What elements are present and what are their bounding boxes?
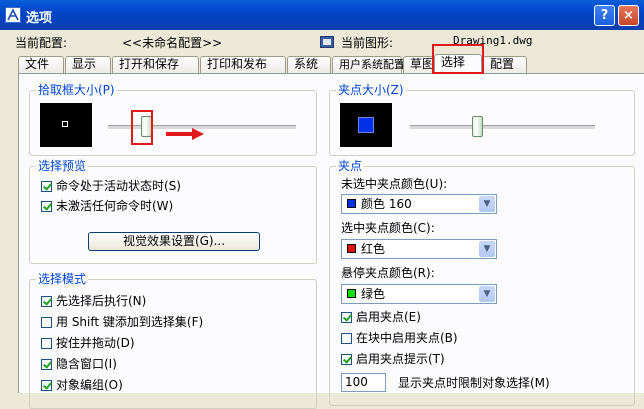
tab-user-preferences[interactable]: 用户系统配置 — [332, 56, 405, 73]
chevron-down-icon[interactable]: ▼ — [479, 286, 495, 302]
grip-square — [358, 117, 374, 133]
grip-tips-checkbox[interactable]: 启用夹点提示(T) — [341, 352, 445, 366]
grip-slider-track[interactable] — [410, 125, 595, 130]
chevron-down-icon[interactable]: ▼ — [479, 196, 495, 212]
shift-add-checkbox[interactable]: 用 Shift 键添加到选择集(F) — [41, 315, 203, 329]
tab-display[interactable]: 显示 — [65, 56, 111, 73]
tab-profiles[interactable]: 配置 — [483, 56, 527, 73]
help-button[interactable]: ? — [594, 5, 615, 26]
checkbox-label: 启用夹点提示(T) — [356, 352, 445, 366]
select-value: 颜色 160 — [361, 197, 412, 211]
unselected-grip-color-label: 未选中夹点颜色(U): — [341, 177, 448, 191]
grip-slider-thumb[interactable] — [471, 116, 483, 137]
tab-open-save[interactable]: 打开和保存 — [112, 56, 199, 73]
checkbox-label: 隐含窗口(I) — [56, 357, 117, 371]
grip-size-title: 夹点大小(Z) — [336, 83, 406, 97]
selected-grip-color-label: 选中夹点颜色(C): — [341, 221, 435, 235]
pickbox-size-title: 拾取框大小(P) — [36, 83, 117, 97]
current-config-label: 当前配置: — [15, 36, 68, 50]
tab-files[interactable]: 文件 — [18, 56, 64, 73]
selected-grip-color-select[interactable]: 红色 ▼ — [341, 239, 497, 259]
right-arrow-icon — [166, 128, 204, 140]
checkbox-label: 在块中启用夹点(B) — [356, 331, 458, 345]
checkbox-box[interactable] — [41, 359, 52, 370]
drawing-icon — [320, 36, 334, 48]
tab-system[interactable]: 系统 — [287, 56, 331, 73]
current-drawing-value: Drawing1.dwg — [453, 34, 533, 47]
preview-command-active-checkbox[interactable]: 命令处于活动状态时(S) — [41, 179, 181, 193]
press-drag-checkbox[interactable]: 按住并拖动(D) — [41, 336, 135, 350]
checkbox-label: 未激活任何命令时(W) — [56, 199, 174, 213]
object-grouping-checkbox[interactable]: 对象编组(O) — [41, 378, 123, 392]
color-swatch — [347, 289, 356, 298]
visual-effect-settings-button[interactable]: 视觉效果设置(G)... — [88, 232, 260, 251]
checkbox-label: 用 Shift 键添加到选择集(F) — [56, 315, 204, 329]
hover-grip-color-label: 悬停夹点颜色(R): — [341, 266, 435, 280]
checkbox-box[interactable] — [341, 333, 352, 344]
close-button[interactable]: × — [618, 5, 639, 26]
app-icon — [5, 7, 21, 23]
checkbox-label: 启用夹点(E) — [356, 310, 421, 324]
grips-in-blocks-checkbox[interactable]: 在块中启用夹点(B) — [341, 331, 458, 345]
pickbox-size-group: 拾取框大小(P) — [29, 83, 317, 156]
grip-object-limit-label: 显示夹点时限制对象选择(M) — [398, 376, 550, 390]
checkbox-label: 对象编组(O) — [56, 378, 123, 392]
noun-verb-checkbox[interactable]: 先选择后执行(N) — [41, 294, 146, 308]
checkbox-box[interactable] — [41, 296, 52, 307]
checkbox-box[interactable] — [41, 201, 52, 212]
checkbox-box[interactable] — [41, 338, 52, 349]
checkbox-label: 按住并拖动(D) — [56, 336, 135, 350]
selection-preview-group: 选择预览 命令处于活动状态时(S) 未激活任何命令时(W) 视觉效果设置(G).… — [29, 159, 317, 264]
implied-window-checkbox[interactable]: 隐含窗口(I) — [41, 357, 117, 371]
options-panel: 拾取框大小(P) 夹点大小(Z) 选择预览 命令处于活动状态时(S) 未激活任何… — [18, 73, 644, 409]
selection-mode-group: 选择模式 先选择后执行(N) 用 Shift 键添加到选择集(F) 按住并拖动(… — [29, 272, 317, 409]
checkbox-box[interactable] — [41, 317, 52, 328]
tab-selection[interactable]: 选择 — [434, 54, 482, 74]
grip-preview — [340, 103, 392, 147]
checkbox-label: 先选择后执行(N) — [56, 294, 147, 308]
enable-grips-checkbox[interactable]: 启用夹点(E) — [341, 310, 421, 324]
grip-object-limit-input[interactable]: 100 — [341, 373, 386, 392]
checkbox-box[interactable] — [341, 312, 352, 323]
preview-no-command-checkbox[interactable]: 未激活任何命令时(W) — [41, 199, 173, 213]
grips-title: 夹点 — [336, 159, 365, 173]
color-swatch — [347, 199, 356, 208]
grip-size-group: 夹点大小(Z) — [329, 83, 635, 156]
checkbox-label: 命令处于活动状态时(S) — [56, 179, 181, 193]
grips-group: 夹点 未选中夹点颜色(U): 颜色 160 ▼ 选中夹点颜色(C): 红色 ▼ … — [329, 159, 635, 406]
tab-plot-publish[interactable]: 打印和发布 — [200, 56, 286, 73]
pickbox-preview — [40, 103, 92, 147]
unselected-grip-color-select[interactable]: 颜色 160 ▼ — [341, 194, 497, 214]
current-drawing-label: 当前图形: — [341, 36, 394, 50]
select-value: 绿色 — [361, 287, 386, 301]
color-swatch — [347, 244, 356, 253]
current-config-value: <<未命名配置>> — [122, 36, 223, 50]
chevron-down-icon[interactable]: ▼ — [479, 241, 495, 257]
hover-grip-color-select[interactable]: 绿色 ▼ — [341, 284, 497, 304]
checkbox-box[interactable] — [41, 181, 52, 192]
checkbox-box[interactable] — [341, 354, 352, 365]
pickbox-square — [62, 121, 68, 127]
selection-mode-title: 选择模式 — [36, 272, 89, 286]
selection-preview-title: 选择预览 — [36, 159, 89, 173]
title-bar: 选项 ? × — [0, 0, 644, 30]
window-title: 选项 — [26, 11, 53, 26]
select-value: 红色 — [361, 242, 386, 256]
checkbox-box[interactable] — [41, 380, 52, 391]
pickbox-slider-thumb[interactable] — [140, 116, 152, 137]
